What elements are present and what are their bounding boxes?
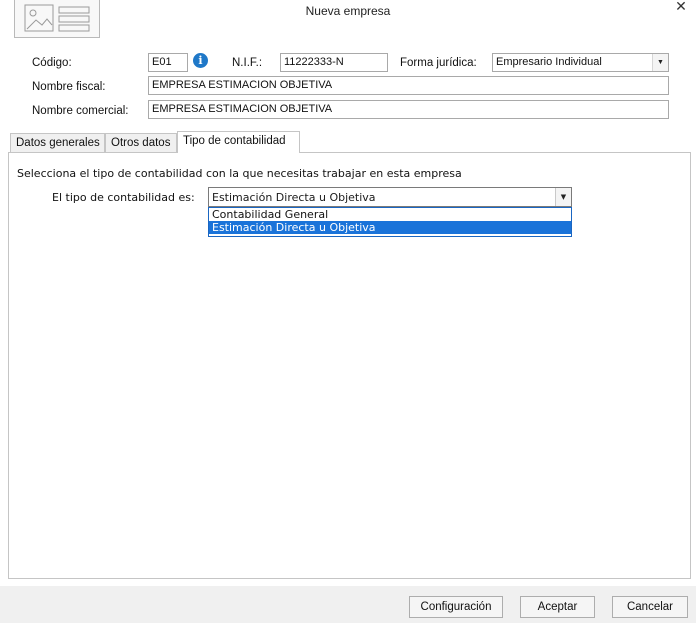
nombre-fiscal-field[interactable]: EMPRESA ESTIMACION OBJETIVA xyxy=(148,76,669,95)
nombre-comercial-field[interactable]: EMPRESA ESTIMACION OBJETIVA xyxy=(148,100,669,119)
nif-field[interactable]: 11222333-N xyxy=(280,53,388,72)
chevron-down-icon[interactable]: ▼ xyxy=(652,54,668,71)
tab-datos-generales[interactable]: Datos generales xyxy=(10,133,105,153)
tipo-contabilidad-dropdown: Contabilidad General Estimación Directa … xyxy=(208,207,572,237)
tab-tipo-contabilidad[interactable]: Tipo de contabilidad xyxy=(177,131,300,153)
close-icon[interactable]: ✕ xyxy=(670,0,692,18)
option-estimacion-directa[interactable]: Estimación Directa u Objetiva xyxy=(209,221,571,234)
tipo-contabilidad-label: El tipo de contabilidad es: xyxy=(52,191,195,204)
option-contabilidad-general[interactable]: Contabilidad General xyxy=(209,208,571,221)
codigo-label: Código: xyxy=(32,57,72,69)
new-company-dialog: Nueva empresa ✕ Código: E01 i N.I.F.: 11… xyxy=(0,0,696,623)
configuracion-button[interactable]: Configuración xyxy=(409,596,503,618)
aceptar-button[interactable]: Aceptar xyxy=(520,596,595,618)
window-title: Nueva empresa xyxy=(305,4,391,18)
tipo-contabilidad-value: Estimación Directa u Objetiva xyxy=(212,191,376,204)
forma-juridica-select[interactable]: Empresario Individual ▼ xyxy=(492,53,669,72)
forma-juridica-value: Empresario Individual xyxy=(496,56,602,68)
chevron-down-icon[interactable]: ▼ xyxy=(555,188,571,206)
tipo-contabilidad-select[interactable]: Estimación Directa u Objetiva ▼ xyxy=(208,187,572,207)
tab-panel-tipo-contabilidad: Selecciona el tipo de contabilidad con l… xyxy=(8,152,691,579)
forma-juridica-label: Forma jurídica: xyxy=(400,57,477,69)
nombre-comercial-label: Nombre comercial: xyxy=(32,105,129,117)
panel-description: Selecciona el tipo de contabilidad con l… xyxy=(17,167,462,180)
nombre-fiscal-label: Nombre fiscal: xyxy=(32,81,106,93)
nif-label: N.I.F.: xyxy=(232,57,263,69)
cancelar-button[interactable]: Cancelar xyxy=(612,596,688,618)
tab-otros-datos[interactable]: Otros datos xyxy=(105,133,177,153)
codigo-field[interactable]: E01 xyxy=(148,53,188,72)
info-icon[interactable]: i xyxy=(193,53,208,68)
